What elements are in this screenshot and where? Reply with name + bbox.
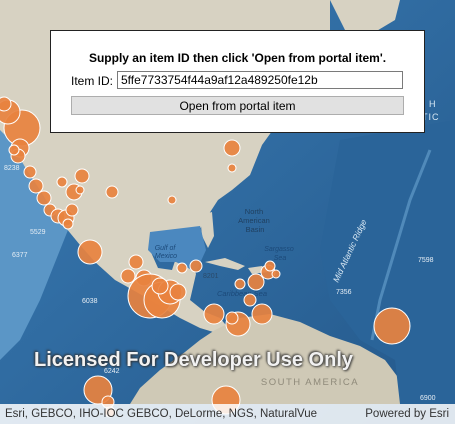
item-id-input[interactable]	[117, 71, 403, 89]
label-depth-8201: 8201	[203, 273, 219, 280]
earthquake-marker[interactable]	[74, 168, 90, 184]
earthquake-marker[interactable]	[247, 273, 265, 291]
earthquake-marker[interactable]	[28, 178, 44, 194]
earthquake-marker[interactable]	[189, 259, 203, 273]
label-depth-7598: 7598	[418, 257, 434, 264]
label-depth-6377: 6377	[12, 252, 28, 259]
label-depth-7356: 7356	[336, 289, 352, 296]
earthquake-marker[interactable]	[62, 218, 74, 230]
earthquake-marker[interactable]	[251, 303, 273, 325]
label-depth-6900: 6900	[420, 395, 436, 402]
label-gulf-of-mexico: Gulf of Mexico	[155, 245, 178, 260]
label-depth-5529: 5529	[30, 229, 46, 236]
earthquake-marker[interactable]	[176, 262, 188, 274]
earthquake-marker[interactable]	[120, 268, 136, 284]
earthquake-marker[interactable]	[271, 269, 281, 279]
earthquake-marker[interactable]	[223, 139, 241, 157]
earthquake-marker[interactable]	[23, 165, 37, 179]
earthquake-marker[interactable]	[56, 176, 68, 188]
attribution-credits[interactable]: Esri, GEBCO, IHO-IOC GEBCO, DeLorme, NGS…	[5, 408, 317, 420]
portal-item-panel: Supply an item ID then click 'Open from …	[50, 30, 425, 133]
earthquake-marker[interactable]	[75, 185, 85, 195]
earthquake-marker[interactable]	[169, 283, 187, 301]
earthquake-marker[interactable]	[264, 260, 276, 272]
earthquake-marker[interactable]	[105, 185, 119, 199]
label-depth-8238: 8238	[4, 165, 20, 172]
earthquake-marker[interactable]	[227, 163, 237, 173]
earthquake-marker[interactable]	[203, 303, 225, 325]
earthquake-marker[interactable]	[0, 96, 12, 112]
attribution-bar: Esri, GEBCO, IHO-IOC GEBCO, DeLorme, NGS…	[0, 404, 455, 424]
earthquake-marker[interactable]	[234, 278, 246, 290]
earthquake-marker[interactable]	[77, 239, 103, 265]
powered-by-esri[interactable]: Powered by Esri	[365, 408, 449, 420]
earthquake-marker[interactable]	[243, 293, 257, 307]
earthquake-marker[interactable]	[128, 254, 144, 270]
item-id-label: Item ID:	[71, 74, 114, 88]
earthquake-marker[interactable]	[151, 277, 169, 295]
earthquake-marker[interactable]	[167, 195, 177, 205]
label-south-america: SOUTH AMERICA	[261, 377, 359, 388]
earthquake-marker[interactable]	[373, 307, 411, 345]
earthquake-marker[interactable]	[36, 190, 52, 206]
instruction-text: Supply an item ID then click 'Open from …	[88, 51, 387, 65]
developer-license-watermark: Licensed For Developer Use Only	[34, 349, 353, 371]
earthquake-marker[interactable]	[225, 311, 239, 325]
open-from-portal-item-button[interactable]: Open from portal item	[71, 96, 404, 115]
label-depth-6038: 6038	[82, 298, 98, 305]
label-caribbean-sea: Caribbean Sea	[217, 289, 267, 298]
earthquake-marker[interactable]	[8, 144, 20, 156]
earthquake-marker[interactable]	[65, 203, 79, 217]
